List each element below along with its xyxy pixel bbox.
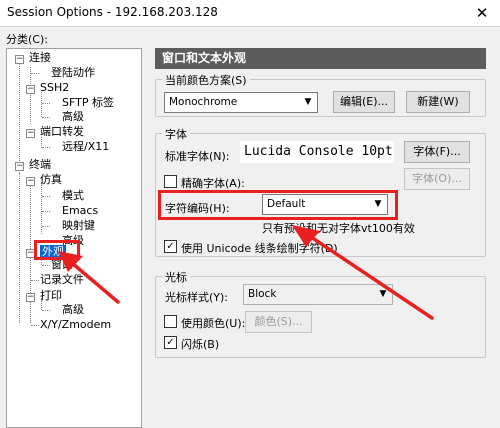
font-group-label: 字体 <box>162 126 190 142</box>
standard-font-display: Lucida Console 10pt <box>240 141 394 163</box>
collapse-icon[interactable]: − <box>26 85 35 94</box>
collapse-icon[interactable]: − <box>26 129 35 138</box>
new-scheme-button[interactable]: 新建(W) <box>406 91 470 113</box>
window-title: Session Options - 192.168.203.128 <box>7 5 218 19</box>
tree-connector <box>42 117 50 118</box>
tree-item-sftp-tab[interactable]: SFTP 标签 <box>62 96 114 110</box>
tree-item-remote-x11[interactable]: 远程/X11 <box>62 140 109 154</box>
tree-item-emulation[interactable]: 仿真 <box>40 173 62 187</box>
collapse-icon[interactable]: − <box>26 177 35 186</box>
section-header: 窗口和文本外观 <box>155 48 486 69</box>
title-bar: Session Options - 192.168.203.128 ✕ <box>0 0 500 27</box>
collapse-icon[interactable]: − <box>15 162 24 171</box>
collapse-icon[interactable]: − <box>26 293 35 302</box>
tree-connector <box>42 147 50 148</box>
tree-connector <box>42 196 50 197</box>
tree-item-connection[interactable]: 连接 <box>29 51 51 65</box>
tree-item-login-actions[interactable]: 登陆动作 <box>51 66 95 80</box>
unicode-line-label: 使用 Unicode 线条绘制字符(D) <box>181 242 338 255</box>
precise-font-checkbox[interactable] <box>164 175 177 188</box>
tree-item-print-advanced[interactable]: 高级 <box>62 303 84 317</box>
tree-connector <box>42 103 50 104</box>
tree-item-window[interactable]: 窗口 <box>51 258 73 272</box>
tree-item-modes[interactable]: 模式 <box>62 189 84 203</box>
tree-connector <box>19 173 20 323</box>
tree-connector <box>31 325 39 326</box>
color-scheme-value: Monochrome <box>169 96 238 108</box>
close-icon[interactable]: ✕ <box>472 2 492 24</box>
annotation-tree-highlight-box <box>34 240 80 260</box>
tree-item-log-file[interactable]: 记录文件 <box>40 273 84 287</box>
cursor-group-label: 光标 <box>162 269 190 285</box>
tree-connector <box>42 265 50 266</box>
tree-item-terminal[interactable]: 终端 <box>29 158 51 172</box>
tree-item-xyzmodem[interactable]: X/Y/Zmodem <box>40 318 111 332</box>
chevron-down-icon: ▼ <box>304 97 312 107</box>
precise-font-label: 精确字体(A): <box>181 177 245 190</box>
category-label: 分类(C): <box>6 33 48 46</box>
cursor-style-select[interactable]: Block ▼ <box>243 284 393 305</box>
color-scheme-select[interactable]: Monochrome ▼ <box>164 92 318 113</box>
tree-connector <box>31 73 39 74</box>
font-button[interactable]: 字体(F)... <box>404 141 470 163</box>
tree-connector <box>30 67 31 124</box>
color-scheme-group-label: 当前颜色方案(S) <box>162 72 250 88</box>
chevron-down-icon: ▼ <box>379 289 387 299</box>
tree-item-emacs[interactable]: Emacs <box>62 204 98 218</box>
cursor-color-button[interactable]: 颜色(S)... <box>245 311 312 333</box>
tree-connector <box>42 211 50 212</box>
collapse-icon[interactable]: − <box>15 55 24 64</box>
annotation-highlight-box <box>158 190 398 220</box>
cursor-style-label: 光标样式(Y): <box>165 291 229 304</box>
tree-item-mapped-keys[interactable]: 映射键 <box>62 219 95 233</box>
precise-font-button[interactable]: 字体(O)... <box>404 168 470 190</box>
use-color-label: 使用颜色(U): <box>181 317 246 330</box>
tree-item-ssh2-advanced[interactable]: 高级 <box>62 110 84 124</box>
tree-item-ssh2[interactable]: SSH2 <box>40 81 69 95</box>
tree-item-port-forwarding[interactable]: 端口转发 <box>40 125 84 139</box>
tree-connector <box>31 280 39 281</box>
cursor-style-value: Block <box>248 288 277 300</box>
tree-connector <box>41 92 42 117</box>
edit-scheme-button[interactable]: 编辑(E)... <box>333 91 395 113</box>
category-tree[interactable]: − 连接 登陆动作 − SSH2 SFTP 标签 高级 − 端口转发 远程/X1… <box>6 48 142 428</box>
encoding-hint: 只有预设和无对字体vt100有效 <box>262 222 415 235</box>
tree-connector <box>42 310 50 311</box>
use-color-checkbox[interactable] <box>164 315 177 328</box>
standard-font-label: 标准字体(N): <box>165 150 230 163</box>
tree-connector <box>42 226 50 227</box>
blink-label: 闪烁(B) <box>181 338 220 351</box>
blink-checkbox[interactable]: ✓ <box>164 336 177 349</box>
tree-item-print[interactable]: 打印 <box>40 289 62 303</box>
tree-connector <box>19 59 20 167</box>
unicode-line-checkbox[interactable]: ✓ <box>164 240 177 253</box>
